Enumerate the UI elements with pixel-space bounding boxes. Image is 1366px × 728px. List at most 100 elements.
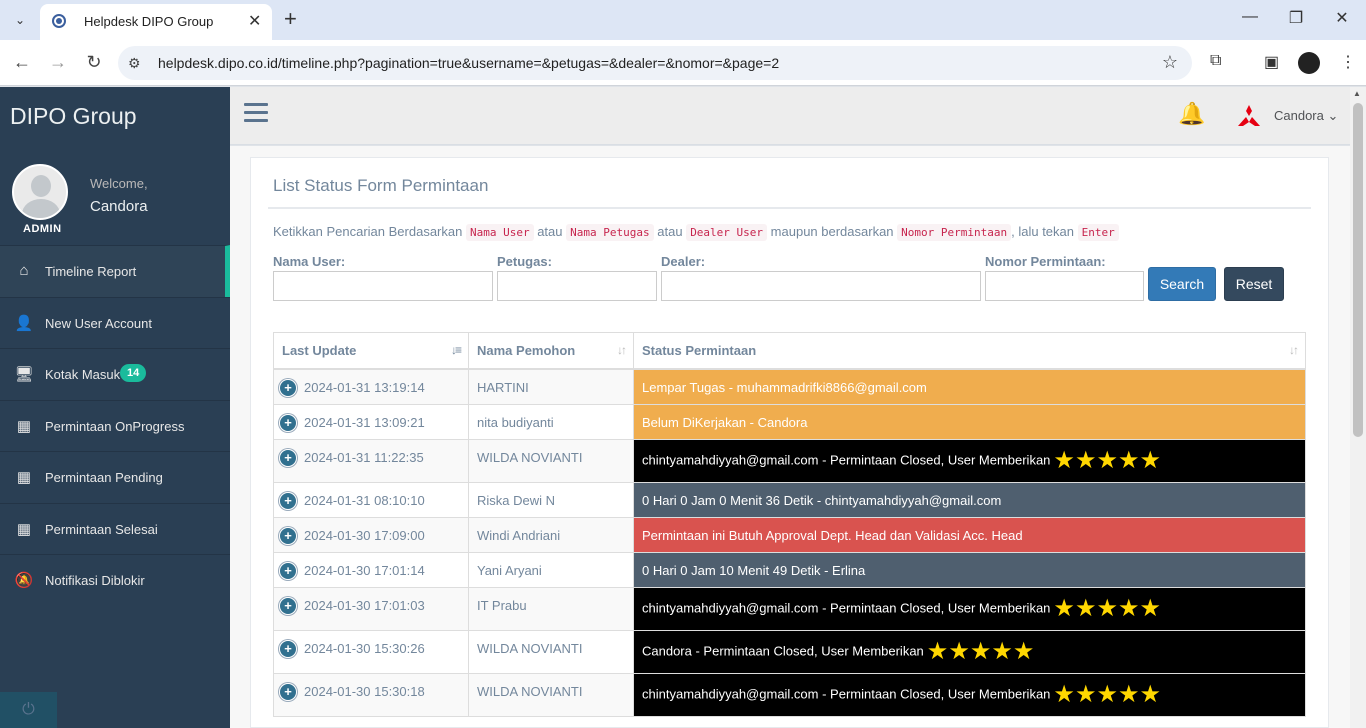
bookmark-star-icon[interactable]: ☆ xyxy=(1162,52,1178,73)
sidebar-item-label: Kotak Masuk xyxy=(45,367,121,382)
star-icon: ★ xyxy=(1053,447,1075,474)
table-row[interactable]: +2024-01-30 15:30:18 WILDA NOVIANTI chinty… xyxy=(273,674,1306,717)
url-text: helpdesk.dipo.co.id/timeline.php?paginat… xyxy=(158,55,780,71)
new-tab-icon[interactable]: + xyxy=(284,6,297,32)
pemohon-name: nita budiyanti xyxy=(477,415,554,430)
site-info-icon[interactable]: ⚙ xyxy=(128,55,141,72)
table-row[interactable]: +2024-01-31 13:19:14 HARTINI Lempar Tugas … xyxy=(273,370,1306,405)
scroll-thumb[interactable] xyxy=(1353,103,1363,437)
sort-desc-icon[interactable]: ↓≡ xyxy=(451,343,462,357)
sidebar-item-label: Permintaan OnProgress xyxy=(45,418,185,434)
sort-icon[interactable]: ↓↑ xyxy=(1289,343,1299,357)
table-icon: ▦ xyxy=(16,469,32,486)
status-text: chintyamahdiyyah@gmail.com - Permintaan … xyxy=(642,452,1051,468)
search-button[interactable]: Search xyxy=(1148,267,1216,301)
browser-menu-icon[interactable]: ⋮ xyxy=(1340,52,1356,72)
rating-stars: ★★★★★ xyxy=(1053,683,1161,707)
last-update-text: 2024-01-30 15:30:26 xyxy=(304,641,425,656)
table-row[interactable]: +2024-01-30 17:01:03 IT Prabu chintyamahdi… xyxy=(273,588,1306,631)
user-dropdown[interactable]: Candora ⌄ xyxy=(1274,108,1338,124)
list-panel: List Status Form Permintaan Ketikkan Pen… xyxy=(250,157,1329,728)
close-window-icon[interactable]: ✕ xyxy=(1330,8,1354,28)
column-header: Status Permintaan xyxy=(642,343,757,358)
logout-power-icon[interactable]: ⏻ xyxy=(0,692,57,728)
last-update-text: 2024-01-30 15:30:18 xyxy=(304,684,425,699)
minimize-icon[interactable]: — xyxy=(1238,8,1262,26)
star-icon: ★ xyxy=(1074,447,1097,474)
expand-row-icon[interactable]: + xyxy=(280,380,296,396)
sidebar-item-label: Timeline Report xyxy=(45,264,137,279)
expand-row-icon[interactable]: + xyxy=(280,684,296,700)
star-icon: ★ xyxy=(1053,595,1075,622)
reload-icon[interactable]: ↻ xyxy=(82,52,106,73)
restore-icon[interactable]: ❐ xyxy=(1284,8,1308,28)
notification-bell-icon[interactable]: 🔔 xyxy=(1178,101,1205,127)
sidebar-item-label: Permintaan Selesai xyxy=(45,521,158,537)
expand-row-icon[interactable]: + xyxy=(280,450,296,466)
status-cell: chintyamahdiyyah@gmail.com - Permintaan … xyxy=(634,674,1305,716)
date-cell: +2024-01-31 11:22:35 xyxy=(274,440,469,482)
scroll-up-icon[interactable]: ▲ xyxy=(1353,89,1361,98)
menu-toggle-icon[interactable] xyxy=(244,103,268,123)
profile-avatar-icon[interactable] xyxy=(1298,52,1320,74)
sidebar-item-permintaan-pending[interactable]: ▦ Permintaan Pending xyxy=(0,451,230,503)
tab-close-icon[interactable]: ✕ xyxy=(248,11,261,31)
star-icon: ★ xyxy=(969,638,992,665)
expand-row-icon[interactable]: + xyxy=(280,528,296,544)
sidebar-menu: ⌂ Timeline Report 👤 New User Account 🖥 Kotak … xyxy=(0,245,230,606)
date-cell: +2024-01-30 17:09:00 xyxy=(274,518,469,552)
role-label: ADMIN xyxy=(23,223,62,235)
column-header: Last Update xyxy=(282,343,357,358)
address-bar: ← → ↻ ⚙ helpdesk.dipo.co.id/timeline.php… xyxy=(0,40,1366,86)
table-row[interactable]: +2024-01-30 17:09:00 Windi Andriani Permin… xyxy=(273,518,1306,553)
nama-user-input[interactable] xyxy=(273,271,493,301)
sort-icon[interactable]: ↓↑ xyxy=(617,343,627,357)
table-row[interactable]: +2024-01-30 17:01:14 Yani Aryani 0 Hari 0 … xyxy=(273,553,1306,588)
sidebar: DIPO Group ADMIN Welcome, Candora ⌂ Timel… xyxy=(0,87,230,728)
status-text: chintyamahdiyyah@gmail.com - Permintaan … xyxy=(642,686,1051,702)
hint-text: atau xyxy=(657,224,683,239)
hint-text: Ketikkan Pencarian Berdasarkan xyxy=(273,224,463,239)
expand-row-icon[interactable]: + xyxy=(280,641,296,657)
star-icon: ★ xyxy=(1012,638,1035,665)
sidepanel-icon[interactable]: ▣ xyxy=(1264,52,1279,72)
pemohon-name: IT Prabu xyxy=(477,598,527,613)
back-icon[interactable]: ← xyxy=(10,52,34,73)
bell-slash-icon: 🔕 xyxy=(14,572,34,589)
sidebar-item-permintaan-onprogress[interactable]: ▦ Permintaan OnProgress xyxy=(0,399,230,452)
sidebar-item-timeline-report[interactable]: ⌂ Timeline Report xyxy=(0,245,230,297)
sidebar-item-permintaan-selesai[interactable]: ▦ Permintaan Selesai xyxy=(0,502,230,555)
col-status[interactable]: Status Permintaan ↓↑ xyxy=(634,333,1305,369)
dealer-label: Dealer: xyxy=(661,254,706,269)
hint-code: Nomor Permintaan xyxy=(897,224,1012,241)
sidebar-item-new-user-account[interactable]: 👤 New User Account xyxy=(0,296,230,349)
reset-button[interactable]: Reset xyxy=(1224,267,1284,301)
last-update-text: 2024-01-31 13:19:14 xyxy=(304,380,425,395)
browser-tab[interactable]: Helpdesk DIPO Group ✕ xyxy=(40,4,272,40)
table-row[interactable]: +2024-01-31 11:22:35 WILDA NOVIANTI chinty… xyxy=(273,440,1306,483)
extensions-icon[interactable]: ⧉ xyxy=(1210,52,1221,70)
expand-row-icon[interactable]: + xyxy=(280,415,296,431)
expand-row-icon[interactable]: + xyxy=(280,563,296,579)
col-nama-pemohon[interactable]: Nama Pemohon ↓↑ xyxy=(469,333,634,369)
forward-icon[interactable]: → xyxy=(46,52,70,73)
table-row[interactable]: +2024-01-31 08:10:10 Riska Dewi N 0 Hari 0… xyxy=(273,483,1306,518)
name-cell: Windi Andriani xyxy=(469,518,634,552)
pemohon-name: Windi Andriani xyxy=(477,528,561,543)
name-cell: IT Prabu xyxy=(469,588,634,630)
sidebar-item-kotak-masuk[interactable]: 🖥 Kotak Masuk 14 xyxy=(0,348,230,400)
expand-row-icon[interactable]: + xyxy=(280,493,296,509)
tab-search-icon[interactable]: ⌄ xyxy=(8,8,32,32)
expand-row-icon[interactable]: + xyxy=(280,598,296,614)
sidebar-item-notifikasi-diblokir[interactable]: 🔕 Notifikasi Diblokir xyxy=(0,554,230,606)
nomor-input[interactable] xyxy=(985,271,1144,301)
dealer-input[interactable] xyxy=(661,271,981,301)
page-scrollbar[interactable]: ▲ xyxy=(1350,87,1366,728)
table-header: Last Update ↓≡ Nama Pemohon ↓↑ Status Pe… xyxy=(273,332,1306,370)
petugas-input[interactable] xyxy=(497,271,657,301)
brand-title[interactable]: DIPO Group xyxy=(10,103,137,130)
table-row[interactable]: +2024-01-30 15:30:26 WILDA NOVIANTI Candor… xyxy=(273,631,1306,674)
col-last-update[interactable]: Last Update ↓≡ xyxy=(274,333,469,369)
table-row[interactable]: +2024-01-31 13:09:21 nita budiyanti Belum … xyxy=(273,405,1306,440)
url-input[interactable]: ⚙ helpdesk.dipo.co.id/timeline.php?pagin… xyxy=(118,46,1192,80)
